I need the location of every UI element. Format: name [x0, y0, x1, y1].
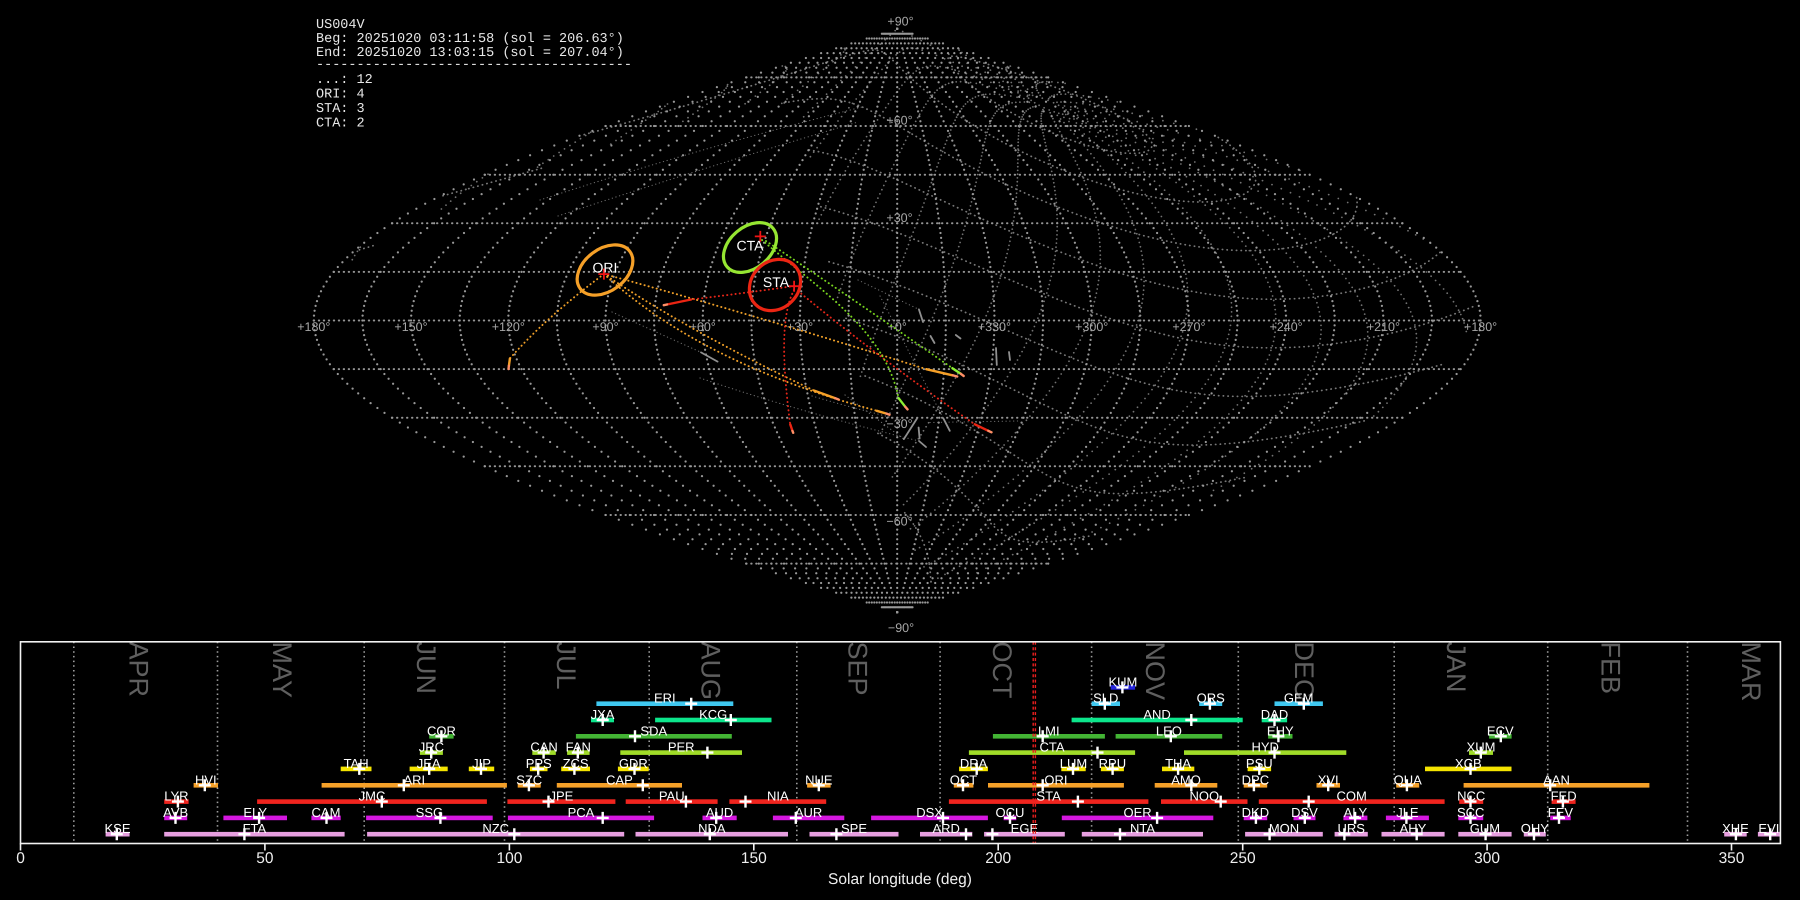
svg-text:STA: STA	[1036, 789, 1061, 804]
svg-text:50: 50	[256, 850, 274, 867]
svg-text:AND: AND	[1143, 707, 1170, 722]
svg-text:EGE: EGE	[1011, 821, 1039, 836]
svg-text:ARD: ARD	[932, 821, 959, 836]
svg-text:+210°: +210°	[1367, 320, 1400, 334]
svg-text:+270°: +270°	[1172, 320, 1205, 334]
svg-text:+30°: +30°	[886, 211, 912, 225]
svg-text:...: 12: ...: 12	[316, 73, 373, 88]
svg-text:------------------------------: ---------------------------------------	[316, 58, 632, 73]
svg-text:NOO: NOO	[1189, 789, 1219, 804]
svg-text:−90°: −90°	[888, 621, 914, 635]
svg-text:+90°: +90°	[592, 320, 618, 334]
svg-text:US004V: US004V	[316, 18, 366, 33]
svg-text:+300°: +300°	[1075, 320, 1108, 334]
svg-text:+120°: +120°	[492, 320, 525, 334]
svg-text:0: 0	[16, 850, 25, 867]
svg-text:250: 250	[1230, 850, 1256, 867]
svg-text:+0°: +0°	[888, 320, 907, 334]
svg-text:JUN: JUN	[411, 642, 441, 695]
svg-text:PER: PER	[668, 740, 695, 755]
svg-text:CTA: CTA	[737, 237, 765, 253]
svg-text:MAR: MAR	[1736, 642, 1766, 702]
svg-text:ORI: ORI	[593, 260, 618, 276]
svg-text:SDA: SDA	[640, 723, 667, 738]
svg-text:NTA: NTA	[1130, 821, 1155, 836]
svg-text:OER: OER	[1124, 805, 1152, 820]
svg-text:+90°: +90°	[887, 15, 913, 29]
svg-text:+60°: +60°	[886, 114, 912, 128]
svg-text:100: 100	[496, 850, 522, 867]
svg-text:Beg: 20251020 03:11:58 (sol =: Beg: 20251020 03:11:58 (sol = 206.63°)	[316, 32, 624, 47]
svg-text:NZC: NZC	[482, 821, 509, 836]
svg-text:KCG: KCG	[699, 707, 727, 722]
svg-text:+240°: +240°	[1270, 320, 1303, 334]
svg-text:+30°: +30°	[787, 320, 813, 334]
svg-text:CTA: 2: CTA: 2	[316, 117, 365, 132]
svg-text:350: 350	[1719, 850, 1745, 867]
svg-text:STA: STA	[763, 274, 790, 290]
svg-text:OCT: OCT	[987, 642, 1017, 699]
svg-text:+180°: +180°	[297, 320, 330, 334]
svg-text:ERI: ERI	[654, 691, 676, 706]
svg-text:ORI: 4: ORI: 4	[316, 88, 365, 103]
svg-text:SPE: SPE	[841, 821, 867, 836]
svg-text:NIA: NIA	[767, 789, 789, 804]
svg-text:+150°: +150°	[394, 320, 427, 334]
svg-text:COM: COM	[1337, 789, 1367, 804]
svg-text:+60°: +60°	[690, 320, 716, 334]
svg-text:JUL: JUL	[551, 642, 581, 690]
svg-text:JAN: JAN	[1441, 642, 1471, 693]
svg-text:SEP: SEP	[842, 642, 872, 696]
svg-text:150: 150	[741, 850, 767, 867]
svg-text:Solar longitude (deg): Solar longitude (deg)	[828, 871, 972, 888]
svg-text:300: 300	[1474, 850, 1500, 867]
svg-text:MAY: MAY	[267, 642, 297, 699]
svg-text:AUG: AUG	[696, 642, 726, 701]
svg-text:200: 200	[985, 850, 1011, 867]
svg-text:CAP: CAP	[606, 772, 633, 787]
svg-text:NOV: NOV	[1140, 642, 1170, 701]
svg-text:STA: 3: STA: 3	[316, 102, 365, 117]
svg-text:+330°: +330°	[978, 320, 1011, 334]
svg-text:FEB: FEB	[1596, 642, 1626, 695]
svg-text:PCA: PCA	[568, 805, 595, 820]
svg-text:−60°: −60°	[886, 515, 912, 529]
svg-text:APR: APR	[124, 642, 154, 698]
svg-text:+180°: +180°	[1464, 320, 1497, 334]
